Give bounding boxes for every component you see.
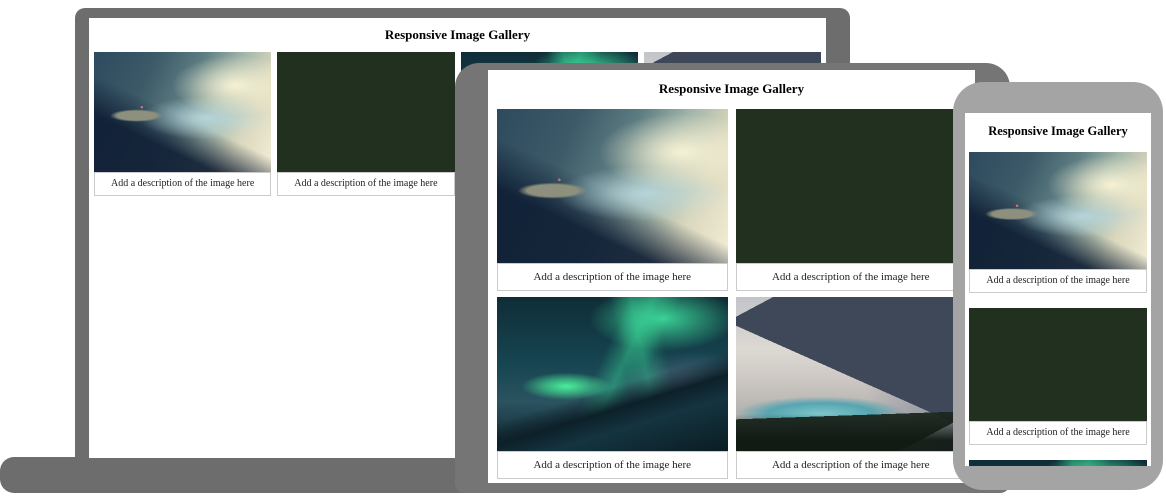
image-caption: Add a description of the image here — [497, 263, 728, 291]
page-title: Responsive Image Gallery — [89, 18, 826, 43]
gallery-card: Add a description of the image here — [736, 297, 967, 479]
gallery-grid: Add a description of the image here Add … — [488, 109, 975, 479]
photo-forest-bridge[interactable] — [969, 308, 1147, 421]
tablet-screen: Responsive Image Gallery Add a descripti… — [488, 70, 975, 483]
image-caption: Add a description of the image here — [94, 172, 271, 196]
gallery-card: Add a description of the image here — [497, 109, 728, 291]
page-title: Responsive Image Gallery — [965, 113, 1151, 139]
phone-device-frame: Responsive Image Gallery Add a descripti… — [953, 82, 1163, 490]
photo-fjord-cliff[interactable] — [969, 152, 1147, 269]
photo-forest-bridge[interactable] — [736, 109, 967, 263]
gallery-card: Add a description of the image here — [969, 308, 1147, 445]
image-caption: Add a description of the image here — [969, 421, 1147, 445]
image-caption: Add a description of the image here — [497, 451, 728, 479]
photo-fjord-cliff[interactable] — [497, 109, 728, 263]
gallery-card: Add a description of the image here — [969, 460, 1147, 466]
image-caption: Add a description of the image here — [969, 269, 1147, 293]
gallery-card: Add a description of the image here — [736, 109, 967, 291]
gallery-card: Add a description of the image here — [969, 152, 1147, 293]
image-caption: Add a description of the image here — [736, 263, 967, 291]
image-caption: Add a description of the image here — [277, 172, 454, 196]
gallery-list: Add a description of the image here Add … — [965, 152, 1151, 466]
photo-fjord-cliff[interactable] — [94, 52, 271, 172]
gallery-card: Add a description of the image here — [94, 52, 271, 196]
photo-mountain-lake[interactable] — [736, 297, 967, 451]
photo-northern-lights[interactable] — [969, 460, 1147, 466]
gallery-card: Add a description of the image here — [497, 297, 728, 479]
photo-northern-lights[interactable] — [497, 297, 728, 451]
page-title: Responsive Image Gallery — [488, 70, 975, 97]
image-caption: Add a description of the image here — [736, 451, 967, 479]
tablet-device-frame: Responsive Image Gallery Add a descripti… — [455, 63, 1010, 493]
phone-screen: Responsive Image Gallery Add a descripti… — [965, 113, 1151, 466]
photo-forest-bridge[interactable] — [277, 52, 454, 172]
gallery-card: Add a description of the image here — [277, 52, 454, 196]
